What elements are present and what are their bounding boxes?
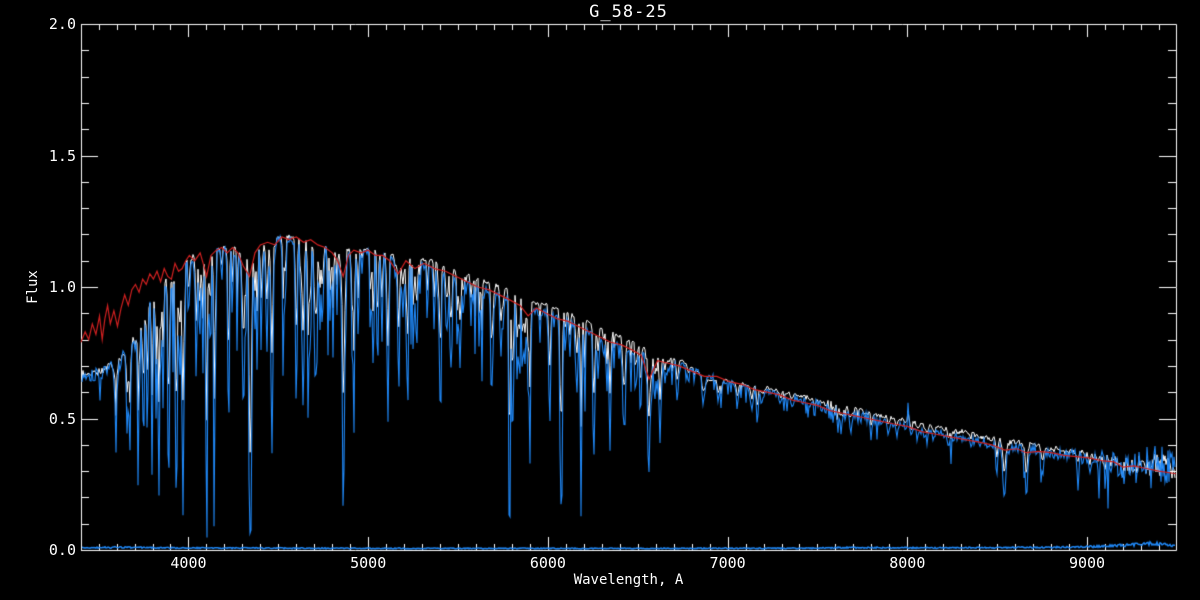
x-tick-label: 5000 (350, 554, 387, 572)
x-tick-label: 4000 (170, 554, 207, 572)
y-tick-label: 0.5 (48, 409, 76, 428)
x-tick-label: 8000 (889, 554, 926, 572)
spectrum-plot-canvas (0, 0, 1200, 600)
plot-title: G_58-25 (589, 2, 668, 22)
y-tick-label: 1.5 (48, 146, 76, 165)
y-tick-label: 1.0 (48, 278, 76, 296)
x-tick-label: 7000 (709, 554, 746, 572)
y-tick-label: 2.0 (48, 15, 76, 33)
x-tick-label: 9000 (1068, 554, 1106, 572)
y-tick-label: 0.0 (48, 541, 76, 559)
spectrum-figure: G_58-25 Wavelength, A Flux 4000 5000 6000 7… (0, 0, 1200, 600)
x-axis-label: Wavelength, A (573, 572, 684, 588)
x-tick-label: 6000 (529, 554, 566, 572)
